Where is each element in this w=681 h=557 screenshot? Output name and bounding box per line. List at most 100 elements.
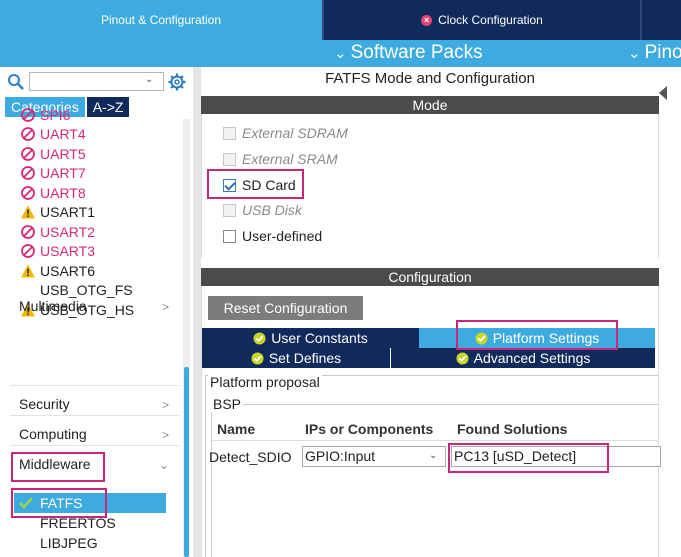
checkbox[interactable] <box>223 203 236 217</box>
peripheral-label: USART3 <box>40 243 95 260</box>
column-header-name: Name <box>217 421 256 437</box>
platform-proposal-legend: Platform proposal <box>208 374 322 390</box>
peripheral-label: USART2 <box>40 223 95 240</box>
disabled-icon <box>21 107 35 122</box>
pinout-menu[interactable]: ⌄ Pino <box>628 42 681 64</box>
peripheral-item[interactable]: USART2 <box>20 222 134 242</box>
software-packs-menu[interactable]: ⌄ Software Packs <box>334 42 483 64</box>
row-name-cell: Detect_SDIO <box>209 449 292 465</box>
tab-label: Platform Settings <box>492 330 600 346</box>
chevron-right-icon: > <box>161 300 169 314</box>
peripheral-label: USART1 <box>40 204 95 221</box>
peripheral-label: UART8 <box>40 184 86 201</box>
search-row: ⌄ <box>5 71 190 93</box>
divider <box>10 415 180 416</box>
peripheral-label: USB_OTG_FS <box>40 282 133 299</box>
pinout-menu-label: Pino <box>644 42 681 63</box>
checkbox[interactable] <box>223 152 236 166</box>
peripheral-label: UART7 <box>40 165 86 182</box>
middleware-items: FATFS FREERTOS LIBJPEG <box>14 493 166 553</box>
mode-option-user-defined[interactable]: User-defined <box>223 226 322 246</box>
peripheral-label: UART4 <box>40 126 86 143</box>
configuration-header: Configuration <box>201 268 659 286</box>
category-label: Middleware <box>19 456 91 472</box>
peripheral-item[interactable]: UART5 <box>20 144 134 164</box>
tab-advanced-settings[interactable]: Advanced Settings <box>391 348 655 368</box>
column-header-ips: IPs or Components <box>305 421 434 437</box>
divider <box>10 385 180 386</box>
search-icon[interactable] <box>7 73 25 91</box>
peripheral-label: USART6 <box>40 262 95 279</box>
divider <box>10 445 180 446</box>
disabled-icon <box>21 185 35 200</box>
tab-platform-settings[interactable]: Platform Settings <box>419 328 655 348</box>
ips-select[interactable]: GPIO:Input <box>302 446 446 467</box>
tab-label: Set Defines <box>268 350 342 366</box>
collapse-left-icon[interactable] <box>659 86 667 100</box>
panel-title: FATFS Mode and Configuration <box>325 70 535 87</box>
chevron-down-icon: ⌄ <box>158 458 169 472</box>
category-middleware[interactable]: Middleware ⌄ <box>19 456 171 478</box>
peripheral-item[interactable]: UART4 <box>20 125 134 145</box>
ok-check-icon <box>475 331 488 345</box>
fatfs-label: FATFS <box>40 495 83 511</box>
tab-label: User Constants <box>271 330 368 346</box>
freertos-label: FREERTOS <box>40 515 116 531</box>
category-label: Security <box>19 396 70 412</box>
peripheral-item[interactable]: UART8 <box>20 183 134 203</box>
tab-set-defines[interactable]: Set Defines <box>202 348 390 368</box>
chevron-down-icon[interactable]: ⌄ <box>145 74 153 85</box>
bsp-group <box>211 404 658 557</box>
tab-overflow[interactable] <box>642 0 681 40</box>
tab-pinout-configuration[interactable]: Pinout & Configuration <box>0 0 322 40</box>
disabled-icon <box>21 166 35 181</box>
chevron-down-icon[interactable]: ⌄ <box>429 450 437 461</box>
peripheral-item[interactable]: USART3 <box>20 242 134 262</box>
tab-label: Advanced Settings <box>473 350 591 366</box>
category-label: Computing <box>19 426 87 442</box>
menu-bar: ⌄ Software Packs ⌄ Pino <box>0 40 681 67</box>
bsp-legend: BSP <box>211 396 244 412</box>
warning-icon <box>21 205 35 219</box>
chevron-down-icon: ⌄ <box>334 45 347 62</box>
middleware-item-libjpeg[interactable]: LIBJPEG <box>14 533 166 553</box>
peripheral-item[interactable]: UART7 <box>20 164 134 184</box>
disabled-icon <box>21 127 35 142</box>
reset-configuration-button[interactable]: Reset Configuration <box>208 296 363 320</box>
ok-check-icon <box>253 331 266 345</box>
middleware-item-fatfs[interactable]: FATFS <box>14 493 166 513</box>
mode-header: Mode <box>201 96 659 114</box>
peripheral-item[interactable]: SPI6 <box>20 105 134 125</box>
panel-splitter[interactable] <box>193 67 201 557</box>
tab-pinout-label: Pinout & Configuration <box>100 13 222 27</box>
error-x-icon: × <box>421 14 433 26</box>
disabled-icon <box>21 224 35 239</box>
libjpeg-label: LIBJPEG <box>40 535 98 551</box>
top-tab-bar: Pinout & Configuration × Clock Configura… <box>0 0 681 40</box>
checkbox[interactable] <box>223 229 236 243</box>
peripheral-list: SPI6 UART4 UART5 UART7 UART8 USART1 USART2 USAR… <box>20 107 134 320</box>
mode-option-usb-disk[interactable]: USB Disk <box>223 200 302 220</box>
tab-clock-configuration[interactable]: × Clock Configuration <box>324 0 640 40</box>
found-solutions-field[interactable]: PC13 [uSD_Detect] <box>451 446 661 467</box>
checkbox[interactable] <box>223 126 236 140</box>
mode-option-external-sdram[interactable]: External SDRAM <box>223 123 348 143</box>
checkbox-checked[interactable] <box>223 178 236 192</box>
disabled-icon <box>21 146 35 161</box>
ok-check-icon <box>251 351 264 365</box>
peripheral-label: SPI6 <box>40 106 71 123</box>
warning-icon <box>21 264 35 278</box>
peripheral-item[interactable]: USART1 <box>20 203 134 223</box>
scrollbar-thumb[interactable] <box>184 367 189 557</box>
chevron-right-icon: > <box>161 428 169 442</box>
mode-option-sd-card[interactable]: SD Card <box>223 175 296 195</box>
gear-icon[interactable] <box>168 73 186 91</box>
middleware-item-freertos[interactable]: FREERTOS <box>14 513 166 533</box>
peripheral-item[interactable]: USART6 <box>20 261 134 281</box>
search-input[interactable] <box>29 72 164 91</box>
mode-option-external-sram[interactable]: External SRAM <box>223 149 338 169</box>
category-multimedia[interactable]: Multimedia > <box>19 298 171 320</box>
tab-user-constants[interactable]: User Constants <box>202 328 419 348</box>
option-label: External SDRAM <box>242 125 348 141</box>
category-label: Multimedia <box>19 298 87 314</box>
